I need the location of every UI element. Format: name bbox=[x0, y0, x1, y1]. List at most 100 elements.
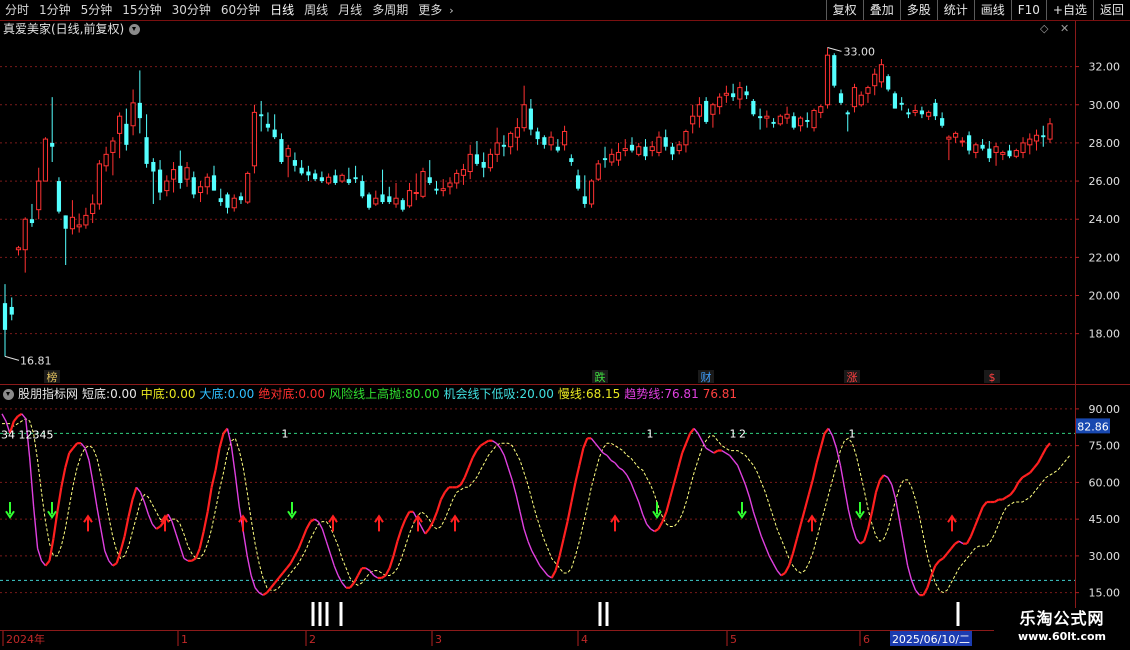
trend-segment bbox=[657, 521, 664, 530]
candle-body bbox=[528, 108, 533, 130]
candle-body bbox=[360, 181, 365, 197]
trend-segment bbox=[906, 565, 913, 581]
indicator-param-0: 短底:0.00 bbox=[82, 387, 137, 401]
candle-body bbox=[225, 194, 230, 208]
price-tick-label: 26.00 bbox=[1089, 175, 1121, 188]
peak-marker: 1 bbox=[282, 427, 289, 440]
trend-segment bbox=[795, 523, 802, 540]
candle-body bbox=[575, 175, 581, 189]
candle-body bbox=[731, 93, 736, 98]
candle-body bbox=[521, 104, 527, 129]
trend-segment bbox=[634, 491, 640, 503]
trend-segment bbox=[938, 557, 944, 562]
candle-body bbox=[818, 106, 824, 113]
trend-segment bbox=[839, 465, 846, 488]
trend-segment bbox=[693, 428, 699, 434]
trend-segment bbox=[135, 486, 141, 493]
candle-body bbox=[615, 151, 622, 161]
trend-segment bbox=[550, 570, 557, 579]
price-tick-label: 20.00 bbox=[1089, 290, 1121, 303]
trend-segment bbox=[780, 572, 786, 577]
candle-body bbox=[319, 177, 324, 182]
candle-body bbox=[366, 194, 372, 208]
candle-body bbox=[582, 196, 587, 204]
trend-segment bbox=[673, 467, 680, 483]
trend-segment bbox=[171, 521, 177, 535]
candle-body bbox=[737, 87, 743, 100]
trend-segment bbox=[922, 587, 929, 596]
trend-segment bbox=[396, 528, 403, 542]
trend-segment bbox=[638, 501, 644, 515]
candle-body bbox=[805, 120, 810, 122]
trend-segment bbox=[843, 487, 849, 510]
trend-segment bbox=[202, 511, 209, 532]
trend-segment bbox=[285, 562, 292, 569]
trend-segment bbox=[744, 484, 751, 498]
candle-body bbox=[29, 219, 35, 224]
trend-segment bbox=[515, 494, 521, 512]
candle-body bbox=[926, 111, 932, 117]
indicator-param-7: 趋势线:76.81 bbox=[624, 387, 698, 401]
trend-segment bbox=[709, 449, 715, 454]
candle-body bbox=[1033, 134, 1040, 142]
trend-segment bbox=[459, 476, 466, 486]
high-label: 33.00 bbox=[844, 45, 876, 58]
trend-segment bbox=[562, 521, 569, 539]
trend-segment bbox=[539, 565, 545, 572]
time-label-1: 1 bbox=[181, 633, 188, 646]
candle-body bbox=[764, 115, 770, 119]
trend-segment bbox=[859, 540, 865, 545]
candle-body bbox=[622, 148, 628, 152]
candle-body bbox=[474, 154, 480, 164]
trend-segment bbox=[1029, 467, 1036, 474]
candle-body bbox=[83, 214, 89, 226]
trend-segment bbox=[910, 580, 917, 591]
trend-segment bbox=[776, 570, 782, 576]
time-label-0: 2024年 bbox=[6, 632, 45, 646]
candle-body bbox=[588, 180, 595, 205]
trend-segment bbox=[321, 528, 327, 542]
trend-segment bbox=[60, 467, 67, 488]
candle-body bbox=[22, 218, 28, 251]
indicator-name: 股朋指标网 bbox=[18, 387, 79, 401]
trend-segment bbox=[930, 565, 937, 576]
trend-segment bbox=[590, 437, 596, 444]
candle-body bbox=[191, 177, 196, 195]
candle-body bbox=[137, 102, 142, 119]
candle-body bbox=[272, 129, 277, 138]
candle-body bbox=[326, 176, 332, 184]
param-label: 中底: bbox=[140, 387, 169, 401]
candle-body bbox=[204, 176, 210, 188]
trend-segment bbox=[424, 528, 430, 535]
candle-body bbox=[144, 137, 149, 164]
trend-segment bbox=[222, 427, 229, 435]
trend-segment bbox=[713, 449, 719, 454]
indicator-param-3: 绝对底:0.00 bbox=[258, 387, 325, 401]
kline-chart[interactable]: 33.0016.81 18.0020.0022.0024.0026.0028.0… bbox=[0, 0, 1130, 650]
trend-segment bbox=[21, 413, 27, 420]
trend-segment bbox=[262, 591, 268, 597]
low-pointer bbox=[4, 355, 20, 361]
trend-segment bbox=[373, 574, 379, 579]
candle-body bbox=[178, 165, 183, 183]
candle-body bbox=[238, 196, 244, 201]
trend-segment bbox=[440, 491, 446, 501]
trend-segment bbox=[827, 428, 834, 437]
indicator-param-1: 中底:0.00 bbox=[141, 387, 196, 401]
candle-body bbox=[1020, 142, 1026, 153]
candle-body bbox=[467, 153, 473, 173]
candle-body bbox=[696, 104, 703, 117]
trend-segment bbox=[787, 553, 794, 567]
trend-segment bbox=[653, 528, 660, 533]
candle-body bbox=[103, 153, 109, 167]
candle-body bbox=[333, 175, 338, 183]
candle-body bbox=[346, 179, 351, 183]
candle-body bbox=[164, 180, 170, 192]
candle-body bbox=[245, 172, 251, 203]
indicator-dropdown-icon[interactable] bbox=[3, 388, 14, 400]
candle-body bbox=[9, 306, 14, 315]
candle-body bbox=[251, 111, 258, 167]
candle-body bbox=[717, 96, 723, 108]
event-marker-2: 财 bbox=[701, 370, 712, 384]
trend-segment bbox=[32, 506, 39, 549]
